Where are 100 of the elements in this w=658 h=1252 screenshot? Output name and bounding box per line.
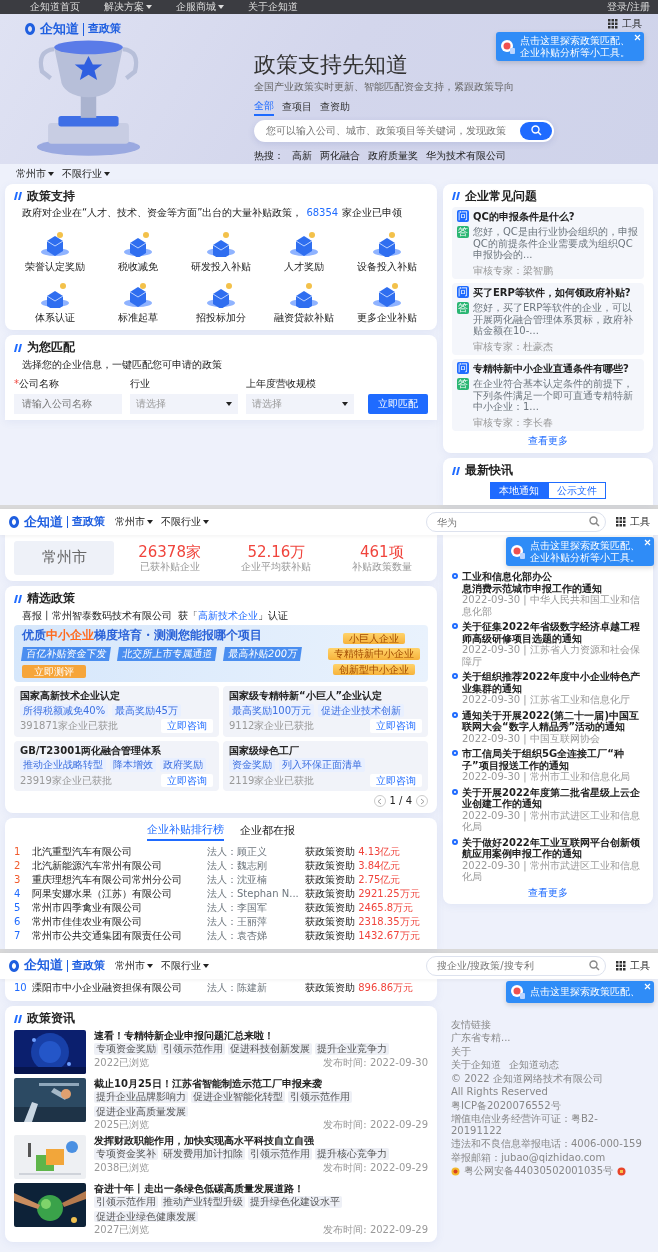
article-title[interactable]: 奋进十年丨走出一条绿色低碳高质量发展道路！ (94, 1182, 428, 1195)
news-title[interactable]: 工业和信息化部办公 (462, 571, 644, 583)
search-field[interactable]: 华为 (426, 512, 606, 533)
category-link[interactable]: 研发投入补贴 (191, 260, 251, 273)
company-name[interactable]: 常州市四季禽业有限公司 (32, 902, 207, 914)
consult-button[interactable]: 立即咨询 (161, 719, 213, 733)
news-meta: 2022-09-30 | 江苏省人力资源和社会保障厅 (462, 644, 641, 668)
match-button[interactable]: 立即匹配 (368, 393, 428, 414)
login-link[interactable]: 登录/注册 (606, 1, 650, 13)
tooltip-text: 点击这里探索政策匹配、 (530, 540, 640, 552)
article-tag: 提升核心竞争力 (315, 1148, 389, 1160)
input-field[interactable]: 请输入公司名称 (14, 393, 122, 414)
company-name[interactable]: 阿果安娜水果（江苏）有限公司 (32, 888, 207, 900)
article-title[interactable]: 截止10月25日！江苏省智能制造示范工厂申报来袭 (94, 1077, 428, 1090)
level-label: 小巨人企业 (343, 632, 405, 645)
legal-person: 法人：袁杏娣 (207, 930, 268, 942)
ranking-tab[interactable]: 企业补贴排行榜 (147, 824, 224, 841)
category-link[interactable]: 体系认证 (35, 312, 76, 324)
consult-button[interactable]: 立即咨询 (161, 773, 213, 788)
filter-dropdown[interactable]: 不限行业 (161, 960, 209, 972)
company-name[interactable]: 北汽重型汽车有限公司 (32, 846, 207, 858)
category-link[interactable]: 更多企业补贴 (356, 312, 417, 324)
previous-button[interactable] (373, 795, 386, 808)
filter-dropdown[interactable]: 常州市 (115, 960, 153, 972)
consult-button[interactable]: 立即咨询 (370, 719, 422, 733)
category-link[interactable]: 融资贷款补贴 (273, 312, 334, 324)
filter-dropdown[interactable]: 不限行业 (62, 168, 110, 180)
consult-button[interactable]: 立即咨询 (370, 773, 422, 788)
category-link[interactable]: 设备投入补贴 (356, 260, 417, 273)
grid-icon (616, 960, 626, 971)
search-tab[interactable]: 查资助 (320, 100, 350, 116)
hot-term[interactable]: 华为技术有限公司 (426, 149, 506, 162)
banner-tag: 最高补贴200万 (223, 647, 303, 661)
policy-card[interactable]: 国家高新技术企业认定 所得税额减免40% 最高奖励45万 391871家企业已获批 立即咨询 (14, 686, 219, 737)
footer-text: 粤ICP备2020076552号 (451, 1099, 562, 1112)
close-icon[interactable] (644, 539, 651, 547)
category-link[interactable]: 税收减免 (118, 260, 159, 273)
search-tab[interactable]: 查项目 (282, 100, 312, 116)
search-field[interactable]: 您可以输入公司、城市、政策项目等关键词，发现政策 (254, 119, 554, 142)
logo-text[interactable]: 企知道 (40, 22, 79, 37)
news-title[interactable]: 关于开展2022年度第二批省星级上云企业创建工作的通知 (462, 786, 644, 810)
search-button[interactable] (520, 121, 552, 140)
promo-banner[interactable]: 优质中小企业梯度培育・测测您能报哪个项目 百亿补贴资金下发 北交所上市专属通道 最高补贴200万 立即测评 小巨人企业 专精特新中小企业 创新型中小企业 (14, 625, 428, 683)
nav-link[interactable]: 企知道首页 (30, 1, 80, 13)
logo-text[interactable]: 企知道 (24, 514, 63, 530)
next-button[interactable] (416, 795, 428, 808)
news-title[interactable]: 息消费示范城市申报工作的通知 (462, 582, 644, 595)
category-link[interactable]: 标准起草 (118, 312, 159, 324)
article-title[interactable]: 发挥财政职能作用，加快实现高水平科技自立自强 (94, 1134, 428, 1147)
policy-card[interactable]: GB/T23001两化融合管理体系 推动企业战略转型 降本增效 政府奖励 23919家企业已获批 立即咨询 (14, 740, 219, 792)
faq-question[interactable]: 买了ERP等软件，如何领政府补贴? (473, 286, 631, 299)
nav-link[interactable]: 解决方案 (104, 1, 152, 13)
tooltip-text: 点击这里探索政策匹配、 (530, 986, 640, 998)
news-title[interactable]: 市工信局关于组织5G全连接工厂“种子”项目报送工作的通知 (462, 748, 644, 772)
more-link[interactable]: 查看更多 (528, 435, 568, 447)
more-link[interactable]: 查看更多 (528, 886, 568, 898)
category-link[interactable]: 人才奖励 (283, 260, 324, 273)
company-name[interactable]: 溧阳市中小企业融资担保有限公司 (32, 982, 207, 994)
timeline-dot (452, 623, 458, 630)
article-tag: 提升绿色化建设水平 (248, 1196, 342, 1208)
faq-question[interactable]: QC的申报条件是什么? (473, 210, 575, 223)
news-tab[interactable]: 公示文件 (548, 481, 606, 500)
company-name[interactable]: 常州市佳佳农业有限公司 (32, 916, 207, 928)
hot-term[interactable]: 政府质量奖 (368, 149, 418, 162)
approved-count: 2119家企业已获批 (229, 774, 315, 787)
hot-term[interactable]: 两化融合 (320, 149, 360, 162)
nav-link[interactable]: 企服商城 (176, 1, 224, 13)
company-name[interactable]: 重庆理想汽车有限公司常州分公司 (32, 874, 207, 886)
policy-card[interactable]: 国家级绿色工厂 资金奖励 列入环保正面清单 2119家企业已获批 立即咨询 (223, 740, 428, 792)
ranking-tab[interactable]: 企业都在报 (240, 824, 295, 841)
company-name[interactable]: 北汽新能源汽车常州有限公司 (32, 860, 207, 872)
hot-term[interactable]: 高新 (292, 149, 312, 162)
news-title[interactable]: 关于组织推荐2022年度中小企业特色产业集群的通知 (462, 671, 644, 695)
news-ticker[interactable]: 喜报丨常州智泰数码技术有限公司 获「高新技术企业」认证 (22, 609, 428, 622)
close-icon[interactable] (634, 34, 641, 41)
answer-badge: 答 (457, 378, 469, 391)
news-tab[interactable]: 本地通知 (490, 481, 548, 500)
article-title[interactable]: 速看！专精特新企业申报问题汇总来啦！ (94, 1029, 428, 1042)
news-title[interactable]: 通知关于开展2022(第二十一届)中国互联网大会“数字人精品秀”活动的通知 (462, 709, 644, 733)
policy-card[interactable]: 国家级专精特新“小巨人”企业认定 最高奖励100万元 促进企业技术创新 9112家企业已获批 立即咨询 (223, 686, 428, 737)
tools-button[interactable]: 工具 (630, 516, 650, 528)
filter-dropdown[interactable]: 常州市 (16, 168, 54, 180)
search-field[interactable]: 搜企业/搜政策/搜专利 (426, 955, 606, 976)
tools-button[interactable]: 工具 (630, 960, 650, 972)
news-title[interactable]: 关于征集2022年省级数字经济卓越工程师高级研修项目选题的通知 (462, 621, 644, 645)
close-icon[interactable] (644, 982, 651, 990)
tools-button[interactable]: 工具 (622, 18, 642, 30)
filter-dropdown[interactable]: 不限行业 (161, 516, 209, 528)
footer-text: 举报邮箱：jubao@qizhidao.com (451, 1151, 607, 1164)
product-name: 查政策 (83, 23, 121, 36)
logo-text[interactable]: 企知道 (24, 958, 63, 974)
category-link[interactable]: 招投标加分 (196, 312, 246, 324)
news-title[interactable]: 关于做好2022年工业互联网平台创新领航应用案例申报工作的通知 (462, 836, 644, 860)
company-name[interactable]: 常州市公共交通集团有限责任公司 (32, 930, 207, 942)
filter-dropdown[interactable]: 常州市 (115, 516, 153, 528)
nav-link[interactable]: 关于企知道 (248, 1, 298, 13)
category-link[interactable]: 荣誉认定奖励 (25, 260, 86, 273)
search-icon (530, 125, 542, 137)
legal-person: 法人：陈建新 (207, 982, 268, 994)
faq-question[interactable]: 专精特新中小企业直通条件有哪些? (473, 362, 629, 375)
